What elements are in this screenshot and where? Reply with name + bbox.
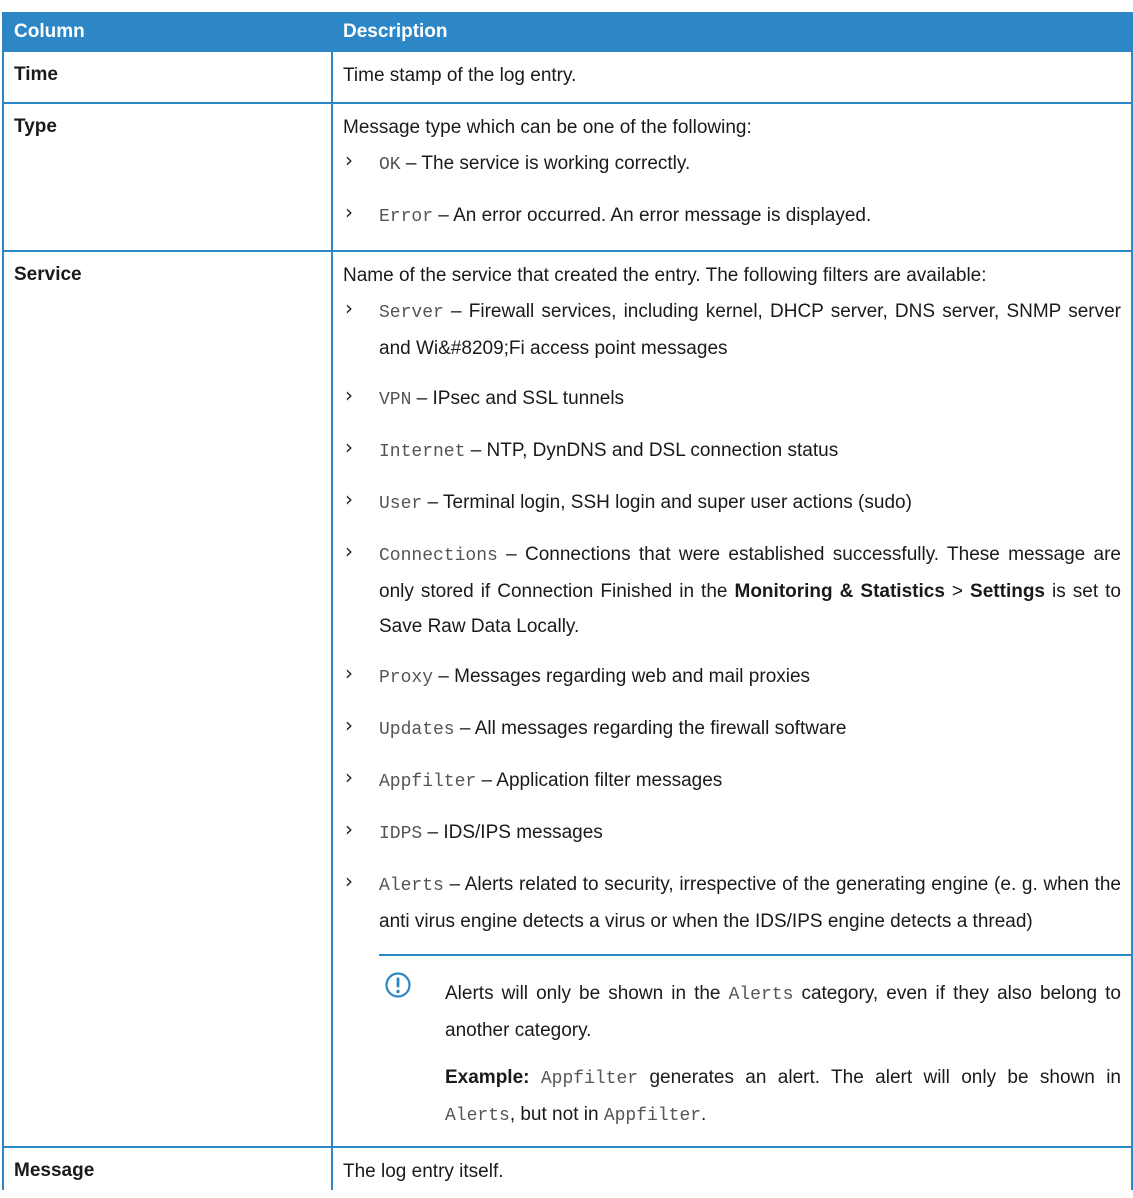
column-description: The log entry itself. xyxy=(331,1147,1133,1190)
note-example: Example: Appfilter generates an alert. T… xyxy=(445,1060,1121,1134)
list-item: › Appfilter – Application filter messages xyxy=(343,763,1131,800)
code-term: Appfilter xyxy=(603,1106,702,1126)
chevron-right-icon: › xyxy=(345,661,353,685)
chevron-right-icon: › xyxy=(345,435,353,459)
description-intro: Name of the service that created the ent… xyxy=(343,265,987,286)
note-text: Alerts will only be shown in the xyxy=(445,983,729,1004)
bullet-list: › Server – Firewall services, including k… xyxy=(343,294,1131,939)
item-text: – Application filter messages xyxy=(476,770,723,791)
code-term: Error xyxy=(379,207,434,227)
item-text: – All messages regarding the firewall so… xyxy=(454,718,847,739)
log-columns-table: Column Description Time Time stamp of th… xyxy=(2,12,1133,1190)
table-row-time: Time Time stamp of the log entry. xyxy=(2,52,1133,104)
code-term: Appfilter xyxy=(540,1069,639,1089)
column-name: Message xyxy=(2,1147,333,1190)
code-term: Alerts xyxy=(379,876,444,896)
description-text: The log entry itself. xyxy=(343,1161,504,1182)
list-item: › IDPS – IDS/IPS messages xyxy=(343,815,1131,852)
code-term: User xyxy=(379,494,423,514)
note-text: . xyxy=(701,1104,707,1125)
list-item: › Updates – All messages regarding the fi… xyxy=(343,711,1131,748)
list-item: › Connections – Connections that were est… xyxy=(343,537,1131,644)
item-text: – NTP, DynDNS and DSL connection status xyxy=(465,440,839,461)
code-term: VPN xyxy=(379,390,412,410)
item-text: – Firewall services, including kernel, D… xyxy=(379,301,1121,359)
chevron-right-icon: › xyxy=(345,817,353,841)
chevron-right-icon: › xyxy=(345,200,353,224)
column-name: Time xyxy=(2,52,333,104)
column-name: Type xyxy=(2,103,333,252)
chevron-right-icon: › xyxy=(345,487,353,511)
chevron-right-icon: › xyxy=(345,713,353,737)
list-item: › Internet – NTP, DynDNS and DSL connecti… xyxy=(343,433,1131,470)
info-exclamation-icon xyxy=(385,972,411,998)
chevron-right-icon: › xyxy=(345,383,353,407)
code-term: OK xyxy=(379,155,401,175)
path-separator: > xyxy=(944,581,971,602)
item-text: – IDS/IPS messages xyxy=(422,822,603,843)
code-term: Alerts xyxy=(445,1106,510,1126)
column-description: Message type which can be one of the fol… xyxy=(331,103,1133,252)
item-text: – IPsec and SSL tunnels xyxy=(411,388,625,409)
code-term: Appfilter xyxy=(379,772,477,792)
header-column: Column xyxy=(2,12,333,52)
note-text: , but not in xyxy=(509,1104,604,1125)
table-row-message: Message The log entry itself. xyxy=(2,1147,1133,1190)
list-item: › Error – An error occurred. An error mes… xyxy=(343,198,1131,235)
list-item: › Proxy – Messages regarding web and mail… xyxy=(343,659,1131,696)
list-item: › OK – The service is working correctly. xyxy=(343,146,1131,183)
list-item: › Server – Firewall services, including k… xyxy=(343,294,1131,366)
table-header-row: Column Description xyxy=(2,12,1133,52)
list-item: › User – Terminal login, SSH login and su… xyxy=(343,485,1131,522)
code-term: IDPS xyxy=(379,824,423,844)
code-term: Server xyxy=(379,303,444,323)
code-term: Connections xyxy=(379,546,498,566)
menu-path-bold: Monitoring & Statistics xyxy=(734,581,945,602)
code-term: Proxy xyxy=(379,668,434,688)
menu-path-bold: Settings xyxy=(970,581,1045,602)
example-label: Example: xyxy=(445,1067,530,1088)
chevron-right-icon: › xyxy=(345,539,353,563)
chevron-right-icon: › xyxy=(345,869,353,893)
column-description: Time stamp of the log entry. xyxy=(331,52,1133,104)
info-note: Alerts will only be shown in the Alerts … xyxy=(379,954,1131,1134)
header-description: Description xyxy=(331,12,1133,52)
column-name: Service xyxy=(2,251,333,1148)
item-text: – An error occurred. An error message is… xyxy=(433,205,872,226)
column-description: Name of the service that created the ent… xyxy=(331,251,1133,1148)
chevron-right-icon: › xyxy=(345,296,353,320)
item-text: – Terminal login, SSH login and super us… xyxy=(422,492,912,513)
table-row-service: Service Name of the service that created… xyxy=(2,251,1133,1148)
list-item: › VPN – IPsec and SSL tunnels xyxy=(343,381,1131,418)
code-term: Updates xyxy=(379,720,455,740)
item-text: – The service is working correctly. xyxy=(400,153,691,174)
note-paragraph: Alerts will only be shown in the Alerts … xyxy=(445,976,1121,1048)
code-term: Alerts xyxy=(728,985,794,1005)
note-text: generates an alert. The alert will only … xyxy=(638,1067,1121,1088)
table-row-type: Type Message type which can be one of th… xyxy=(2,103,1133,252)
code-term: Internet xyxy=(379,442,466,462)
description-intro: Message type which can be one of the fol… xyxy=(343,117,752,138)
bullet-list: › OK – The service is working correctly. … xyxy=(343,146,1131,235)
item-text: – Messages regarding web and mail proxie… xyxy=(433,666,811,687)
description-text: Time stamp of the log entry. xyxy=(343,65,577,86)
list-item: › Alerts – Alerts related to security, ir… xyxy=(343,867,1131,939)
chevron-right-icon: › xyxy=(345,148,353,172)
item-text: – Alerts related to security, irrespecti… xyxy=(379,874,1121,932)
chevron-right-icon: › xyxy=(345,765,353,789)
